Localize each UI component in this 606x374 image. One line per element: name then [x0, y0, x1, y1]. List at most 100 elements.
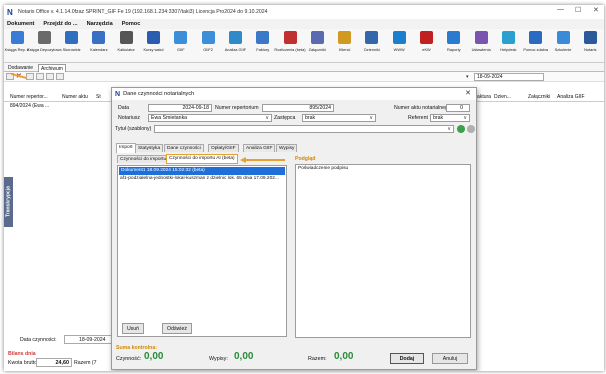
ribbon-item[interactable]: Kursy walut [143, 31, 165, 52]
ribbon-icon [228, 31, 242, 44]
ribbon-icon [92, 31, 106, 44]
tab-statystyka[interactable]: Statystyka [135, 144, 164, 152]
cell-numer-repertorium: 894/2024 (Ewa ... [10, 103, 50, 109]
import-list[interactable]: Dokument1 18.09.2024 15:02:32 (beta) af1… [117, 165, 287, 337]
ribbon-item[interactable]: Załączniki [306, 31, 328, 52]
referent-select[interactable]: brak ∨ [430, 114, 470, 122]
numer-aktu-input[interactable]: 0 [446, 104, 470, 112]
close-icon[interactable]: ✕ [593, 6, 599, 14]
tab-dodawanie[interactable]: Dodawanie [6, 64, 35, 72]
dane-czynnosci-dialog: N Dane czynności notarialnych ✕ Data 202… [111, 87, 477, 370]
ribbon-icon [201, 31, 215, 44]
tab-czynnosci-do-importu[interactable]: Czynności do importu [117, 155, 170, 163]
add-title-icon[interactable] [457, 125, 465, 133]
ribbon-item[interactable]: Notaris [579, 31, 601, 52]
ribbon-label: WWW [393, 47, 405, 52]
minimize-icon[interactable]: — [557, 6, 564, 13]
ribbon-item[interactable]: Helpdesk [497, 31, 519, 52]
remove-title-icon[interactable] [467, 125, 475, 133]
ribbon-icon [474, 31, 488, 44]
ribbon-item[interactable]: eKW [416, 31, 438, 52]
ribbon-icon [10, 31, 24, 44]
tab-czynnosci-do-importu-ai[interactable]: Czynności do importu AI (beta) [166, 154, 238, 164]
ribbon-item[interactable]: Skorowidz [61, 31, 83, 52]
export-icon[interactable] [56, 73, 64, 80]
tab-import[interactable]: Import [116, 143, 136, 153]
ribbon-item[interactable]: GIIF2 [197, 31, 219, 52]
ribbon-item[interactable]: Szkolenie [552, 31, 574, 52]
tab-analiza-giif[interactable]: Analiza GIIF [243, 144, 276, 152]
ribbon-label: Helpdesk [500, 47, 517, 52]
zastepca-select[interactable]: brak ∨ [302, 114, 376, 122]
col-status[interactable]: St [96, 94, 101, 100]
side-tab-transkrypcja[interactable]: Transkrypcja [4, 177, 13, 227]
anuluj-button[interactable]: Anuluj [432, 353, 468, 364]
app-logo: N [7, 7, 13, 17]
menu-dokument[interactable]: Dokument [7, 21, 34, 27]
ribbon-icon [283, 31, 297, 44]
dialog-title: Dane czynności notarialnych [123, 91, 195, 97]
ribbon-label: Skorowidz [62, 47, 81, 52]
dialog-close-icon[interactable]: ✕ [465, 89, 471, 97]
razem-label: Razem (7 [74, 360, 97, 366]
tytul-select[interactable]: ∨ [154, 125, 454, 133]
tytul-label: Tytuł (szablony) [115, 126, 152, 132]
zastepca-label: Zastępca [274, 115, 296, 121]
data-input[interactable]: 2024-09-18 [148, 104, 212, 112]
tab-wypisy[interactable]: Wypisy [276, 144, 298, 152]
wypisy-label: Wypisy: [209, 356, 228, 362]
ribbon-item[interactable]: Księga Rep. A [5, 31, 29, 52]
tab-dane-czynnosci[interactable]: Dane czynności [164, 144, 204, 152]
numer-repertorium-input[interactable]: 895/2024 [262, 104, 334, 112]
ribbon-icon [147, 31, 160, 44]
tab-oplaty-giif[interactable]: Opłaty/GIIF [208, 144, 239, 152]
ribbon-item[interactable]: Ustawienia [470, 31, 492, 52]
col-numer-aktu[interactable]: Numer aktu [62, 94, 88, 100]
ribbon-item[interactable]: Dzienniki [361, 31, 383, 52]
usun-button[interactable]: Usuń [122, 323, 144, 334]
dodaj-button[interactable]: Dodaj [390, 353, 424, 364]
ribbon-icon [174, 31, 188, 44]
ribbon-item[interactable]: Rozliczenia (beta) [274, 31, 306, 52]
col-numer-repertorium[interactable]: Numer repertor... [10, 94, 48, 100]
ribbon-item[interactable]: Pomoc zdalna [523, 31, 548, 52]
calendar-filter-icon[interactable]: ▾ [466, 74, 469, 80]
ribbon-item[interactable]: GIIF [170, 31, 192, 52]
ribbon-item[interactable]: Księga Depozytowa [27, 31, 61, 52]
ribbon-item[interactable]: Faktury [252, 31, 274, 52]
ribbon-label: Faktury [256, 47, 270, 52]
list-item-selected[interactable]: Dokument1 18.09.2024 15:02:32 (beta) [119, 167, 285, 175]
title-bar: N Notaris Office v. 4.1.14.0fzaz SPRINT_… [4, 5, 604, 19]
menu-narzedzia[interactable]: Narzędzia [87, 21, 113, 27]
ribbon-label: Raporty [446, 47, 461, 52]
ribbon-item[interactable]: WWW [388, 31, 410, 52]
ribbon-item[interactable]: Kalendarz [88, 31, 110, 52]
ribbon-item[interactable]: Raporty [443, 31, 465, 52]
print-icon[interactable] [46, 73, 54, 80]
ribbon-label: GIIF2 [203, 47, 213, 52]
data-czynnosci-label: Data czynności: [20, 337, 57, 343]
ribbon-label: Załączniki [308, 47, 326, 52]
kwota-brutto-value: 24,60 [36, 358, 72, 367]
list-item[interactable]: af1-podziałelna-jednostki-lokal-kuszman … [120, 176, 279, 181]
ribbon-item[interactable]: Analiza GIIF [224, 31, 246, 52]
col-dziennik[interactable]: Dzien... [494, 94, 511, 100]
menu-pomoc[interactable]: Pomoc [122, 21, 141, 27]
dialog-title-bar: N Dane czynności notarialnych ✕ [112, 88, 476, 100]
maximize-icon[interactable]: ☐ [575, 6, 581, 14]
ribbon-item[interactable]: Klienci [334, 31, 356, 52]
notariusz-select[interactable]: Ewa Śmietanka ∨ [148, 114, 272, 122]
col-analiza-giif[interactable]: Analiza GIIF [557, 94, 585, 100]
ribbon-item[interactable]: Kalkulator [115, 31, 137, 52]
numer-repertorium-label: Numer repertorium [215, 105, 259, 111]
ribbon-icon [37, 31, 51, 44]
menu-przejdz[interactable]: Przejdź do ... [43, 21, 77, 27]
ribbon-icon [529, 31, 543, 44]
edit-icon[interactable] [36, 73, 44, 80]
odswiez-button[interactable]: Odśwież [162, 323, 192, 334]
date-filter-input[interactable]: 18-09-2024 [474, 73, 544, 81]
podglad-panel: Poświadczenie podpisu [295, 164, 471, 338]
data-czynnosci-input[interactable]: 18-09-2024 [64, 335, 114, 344]
copy-icon[interactable] [26, 73, 34, 80]
col-zalaczniki[interactable]: Załączniki [528, 94, 550, 100]
